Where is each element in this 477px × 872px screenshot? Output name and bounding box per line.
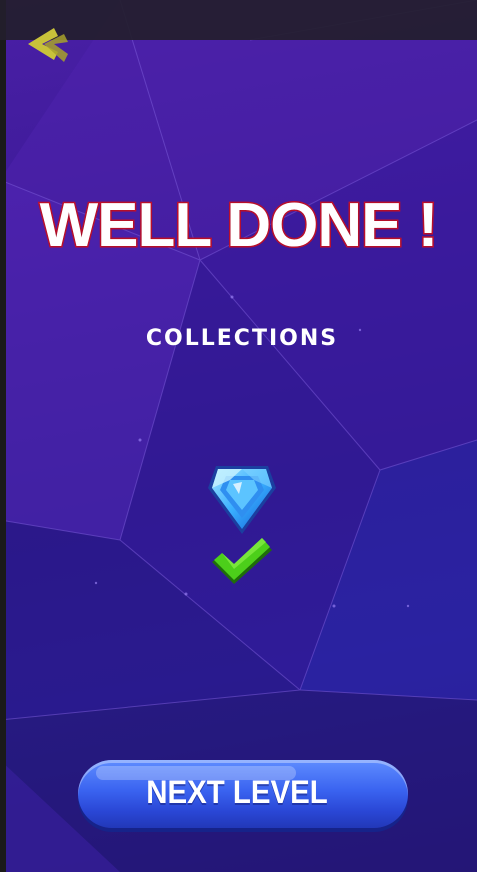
next-level-label: NEXT LEVEL: [146, 774, 328, 810]
back-arrow-icon[interactable]: [24, 24, 72, 66]
collections-label: COLLECTIONS: [145, 326, 339, 351]
diamond-gem-icon: [208, 466, 276, 534]
next-level-button[interactable]: NEXT LEVEL: [78, 760, 408, 828]
page-title: WELL DONE !: [38, 190, 440, 262]
left-edge: [0, 0, 6, 872]
background-pattern: [0, 0, 477, 872]
checkmark-icon: [212, 538, 272, 584]
game-screen: WELL DONE ! COLLECTIONS NEXT LEVEL: [0, 0, 477, 872]
